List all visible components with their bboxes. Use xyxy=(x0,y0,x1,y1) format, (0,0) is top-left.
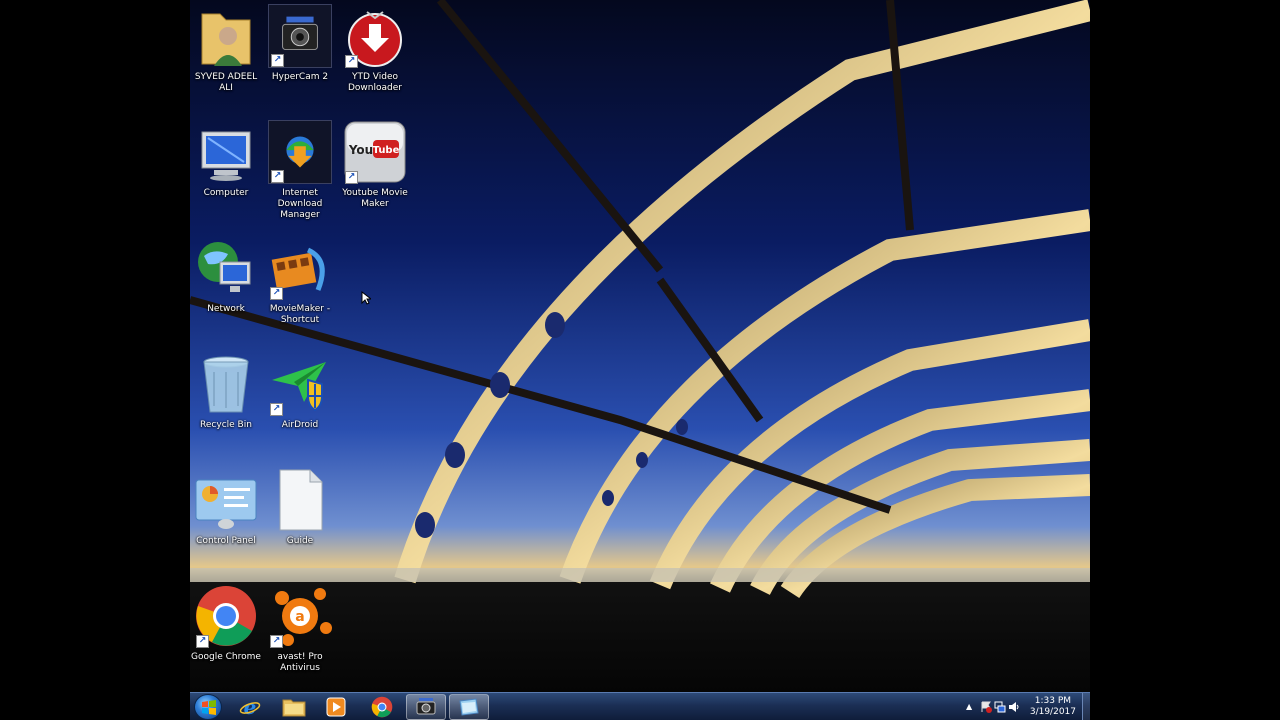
show-desktop-button[interactable] xyxy=(1082,693,1090,720)
chrome-icon xyxy=(371,696,393,718)
network-icon xyxy=(194,236,258,300)
svg-text:Tube: Tube xyxy=(373,145,400,156)
svg-text:You: You xyxy=(348,143,373,157)
desktop-icon-ytd[interactable]: ↗ YTD Video Downloader xyxy=(337,4,413,94)
desktop-icon-airdroid[interactable]: ↗ AirDroid xyxy=(262,352,338,431)
windows-logo-icon xyxy=(202,700,216,715)
start-button[interactable] xyxy=(194,694,222,720)
desktop-icon-label: HyperCam 2 xyxy=(271,72,329,82)
show-hidden-icons-icon[interactable]: ▲ xyxy=(966,701,978,713)
idm-icon: ↗ xyxy=(268,120,332,184)
control-panel-icon xyxy=(194,468,258,532)
desktop-icon-label: SYVED ADEEL ALI xyxy=(194,72,258,93)
desktop-icon-hypercam[interactable]: ↗ HyperCam 2 xyxy=(262,4,338,83)
desktop-icon-label: Youtube Movie Maker xyxy=(342,188,408,209)
desktop-icon-recycle-bin[interactable]: Recycle Bin xyxy=(190,352,264,431)
recycle-bin-icon xyxy=(194,352,258,416)
desktop-icon-label: MovieMaker - Shortcut xyxy=(269,304,331,325)
desktop-icon-guide[interactable]: Guide xyxy=(262,468,338,547)
desktop-icon-label: Internet Download Manager xyxy=(277,188,323,220)
window-app-icon xyxy=(459,698,479,716)
svg-text:a: a xyxy=(295,609,304,625)
computer-icon xyxy=(194,120,258,184)
taskbar: e ▲ 1:33 PM 3/19/2017 xyxy=(190,692,1090,720)
desktop-icon-control-panel[interactable]: Control Panel xyxy=(190,468,264,547)
avast-icon: a ↗ xyxy=(268,584,332,648)
hypercam-icon: ↗ xyxy=(268,4,332,68)
shortcut-arrow-icon: ↗ xyxy=(270,635,283,648)
action-center-flag-icon[interactable] xyxy=(980,701,992,713)
file-explorer-icon xyxy=(282,699,306,717)
volume-icon[interactable] xyxy=(1008,701,1020,713)
desktop-icon-label: Google Chrome xyxy=(191,652,261,662)
desktop-icon-user-folder[interactable]: SYVED ADEEL ALI xyxy=(190,4,264,94)
desktop-icon-network[interactable]: Network xyxy=(190,236,264,315)
clock-time: 1:33 PM xyxy=(1034,696,1072,706)
desktop-icon-chrome[interactable]: ↗ Google Chrome xyxy=(190,584,264,663)
internet-explorer-icon: e xyxy=(239,696,261,718)
taskbar-chrome[interactable] xyxy=(362,694,402,720)
network-status-icon[interactable] xyxy=(994,701,1006,713)
desktop-icon-youtube-movie-maker[interactable]: You Tube ↗ Youtube Movie Maker xyxy=(337,120,413,210)
taskbar-file-explorer[interactable] xyxy=(274,694,314,720)
desktop-icon-computer[interactable]: Computer xyxy=(190,120,264,199)
shortcut-arrow-icon: ↗ xyxy=(345,171,358,184)
media-player-icon xyxy=(326,697,346,717)
mouse-cursor-icon xyxy=(361,291,371,305)
shortcut-arrow-icon: ↗ xyxy=(270,403,283,416)
desktop-icon-label: avast! Pro Antivirus xyxy=(277,652,323,673)
shortcut-arrow-icon: ↗ xyxy=(345,55,358,68)
desktop-screen: SYVED ADEEL ALI Computer Network Recycle… xyxy=(190,0,1090,720)
user-folder-icon xyxy=(194,4,258,68)
desktop-icon-avast[interactable]: a ↗ avast! Pro Antivirus xyxy=(262,584,338,674)
shortcut-arrow-icon: ↗ xyxy=(271,170,284,183)
hypercam-icon xyxy=(416,698,436,715)
clock-date: 3/19/2017 xyxy=(1029,707,1076,717)
desktop-icon-label: Computer xyxy=(203,188,249,198)
document-icon xyxy=(268,468,332,532)
airdroid-icon: ↗ xyxy=(268,352,332,416)
taskbar-window-app[interactable] xyxy=(449,694,489,720)
moviemaker-icon: ↗ xyxy=(268,236,332,300)
taskbar-media-player[interactable] xyxy=(316,694,356,720)
desktop-icon-moviemaker[interactable]: ↗ MovieMaker - Shortcut xyxy=(262,236,338,326)
shortcut-arrow-icon: ↗ xyxy=(271,54,284,67)
shortcut-arrow-icon: ↗ xyxy=(270,287,283,300)
taskbar-internet-explorer[interactable]: e xyxy=(230,694,270,720)
ytd-downloader-icon: ↗ xyxy=(343,4,407,68)
svg-text:e: e xyxy=(244,696,257,718)
desktop-icon-label: YTD Video Downloader xyxy=(348,72,402,93)
youtube-icon: You Tube ↗ xyxy=(343,120,407,184)
desktop-icon-label: Network xyxy=(207,304,245,314)
shortcut-arrow-icon: ↗ xyxy=(196,635,209,648)
desktop-icon-label: Recycle Bin xyxy=(200,420,252,430)
taskbar-hypercam[interactable] xyxy=(406,694,446,720)
desktop-icon-idm[interactable]: ↗ Internet Download Manager xyxy=(262,120,338,221)
system-tray: ▲ 1:33 PM 3/19/2017 xyxy=(966,693,1090,720)
desktop-icon-label: Guide xyxy=(286,536,314,546)
desktop-icon-label: Control Panel xyxy=(196,536,256,546)
chrome-icon: ↗ xyxy=(194,584,258,648)
desktop-icon-label: AirDroid xyxy=(281,420,319,430)
system-clock[interactable]: 1:33 PM 3/19/2017 xyxy=(1030,696,1076,718)
